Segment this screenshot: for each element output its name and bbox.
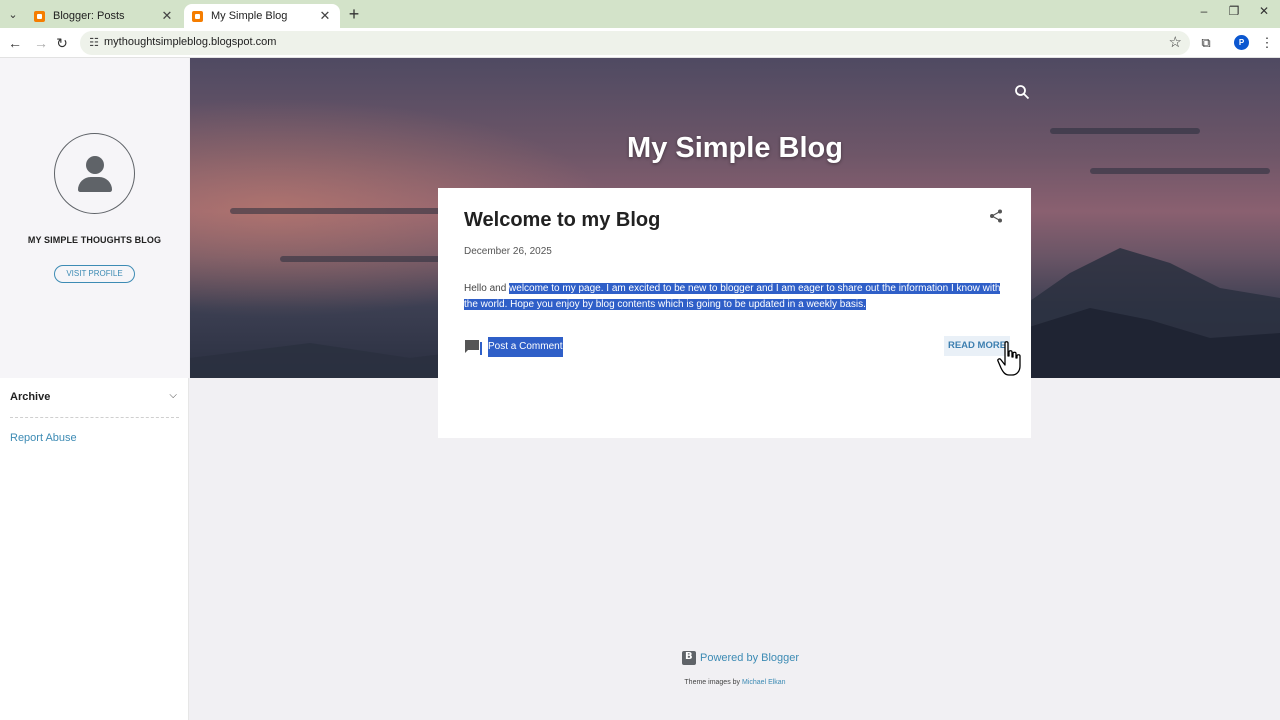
more-menu-icon[interactable]: ⋮ bbox=[1257, 33, 1277, 53]
forward-arrow-icon[interactable]: → bbox=[31, 33, 51, 53]
post-snippet: Hello and welcome to my page. I am excit… bbox=[464, 281, 1009, 313]
post-text-selected: welcome to my page. I am excited to be n… bbox=[509, 283, 1001, 294]
hand-pointer-cursor-icon bbox=[997, 341, 1021, 376]
person-body-icon bbox=[78, 177, 112, 192]
blogger-favicon-icon bbox=[192, 10, 203, 22]
archive-widget[interactable]: Archive ⌵ bbox=[10, 390, 179, 418]
share-icon[interactable] bbox=[989, 209, 1003, 223]
theme-credit-prefix: Theme images by bbox=[684, 679, 742, 686]
profile-avatar[interactable]: P bbox=[1234, 35, 1249, 50]
reload-icon[interactable]: ↻ bbox=[52, 33, 72, 53]
site-settings-icon[interactable]: ☷ bbox=[86, 35, 102, 51]
blogger-favicon-icon bbox=[34, 10, 45, 22]
powered-by-blogger-link[interactable]: Powered by Blogger bbox=[682, 650, 799, 666]
theme-author-link[interactable]: Michael Elkan bbox=[742, 679, 786, 686]
chevron-down-icon[interactable]: ⌵ bbox=[169, 390, 177, 401]
post-comment-row[interactable]: Post a Comment bbox=[464, 337, 564, 357]
close-icon[interactable]: ✕ bbox=[318, 8, 332, 24]
post-title[interactable]: Welcome to my Blog bbox=[464, 209, 660, 232]
report-abuse-link[interactable]: Report Abuse bbox=[10, 432, 77, 444]
browser-tab-strip: ⌄ Blogger: Posts ✕ My Simple Blog ✕ + – … bbox=[0, 0, 1280, 28]
bookmark-star-icon[interactable]: ☆ bbox=[1169, 33, 1182, 51]
blogger-logo-icon bbox=[682, 651, 696, 665]
back-arrow-icon[interactable]: ← bbox=[5, 33, 25, 53]
post-date: December 26, 2025 bbox=[464, 246, 552, 257]
comment-icon[interactable] bbox=[464, 339, 482, 355]
tab-blogger-posts[interactable]: Blogger: Posts ✕ bbox=[26, 4, 182, 28]
new-tab-plus-icon[interactable]: + bbox=[344, 4, 364, 24]
powered-by-text[interactable]: Powered by Blogger bbox=[700, 652, 799, 664]
archive-title: Archive bbox=[10, 391, 51, 403]
minimize-icon[interactable]: – bbox=[1194, 4, 1214, 18]
address-bar[interactable]: ☷ mythoughtsimpleblog.blogspot.com ☆ bbox=[80, 31, 1190, 55]
tab-title: Blogger: Posts bbox=[53, 10, 125, 22]
post-card: Welcome to my Blog December 26, 2025 Hel… bbox=[438, 188, 1031, 438]
restore-icon[interactable]: ❐ bbox=[1224, 4, 1244, 18]
browser-toolbar: ← → ↻ ☷ mythoughtsimpleblog.blogspot.com… bbox=[0, 28, 1280, 58]
sidebar: MY SIMPLE THOUGHTS BLOG VISIT PROFILE Ar… bbox=[0, 58, 189, 720]
close-icon[interactable]: ✕ bbox=[160, 8, 174, 24]
blog-author-name: MY SIMPLE THOUGHTS BLOG bbox=[27, 235, 162, 245]
post-text-selected: the world. Hope you enjoy by blog conten… bbox=[464, 299, 866, 310]
tab-search-chevron-icon[interactable]: ⌄ bbox=[4, 5, 22, 23]
url-text[interactable]: mythoughtsimpleblog.blogspot.com bbox=[104, 36, 276, 48]
post-comment-link[interactable]: Post a Comment bbox=[488, 337, 564, 357]
person-head-icon bbox=[86, 156, 104, 174]
avatar[interactable] bbox=[54, 133, 135, 214]
profile-section: MY SIMPLE THOUGHTS BLOG VISIT PROFILE bbox=[0, 58, 189, 378]
extensions-puzzle-icon[interactable]: ⧉ bbox=[1196, 33, 1216, 53]
search-icon[interactable] bbox=[1014, 84, 1030, 100]
tab-my-simple-blog[interactable]: My Simple Blog ✕ bbox=[184, 4, 340, 28]
blog-title[interactable]: My Simple Blog bbox=[190, 132, 1280, 165]
post-text-unselected: Hello and bbox=[464, 283, 510, 294]
theme-credit: Theme images by Michael Elkan bbox=[640, 679, 830, 686]
window-close-icon[interactable]: ✕ bbox=[1254, 4, 1274, 18]
tab-title: My Simple Blog bbox=[211, 10, 288, 22]
visit-profile-button[interactable]: VISIT PROFILE bbox=[54, 265, 135, 283]
